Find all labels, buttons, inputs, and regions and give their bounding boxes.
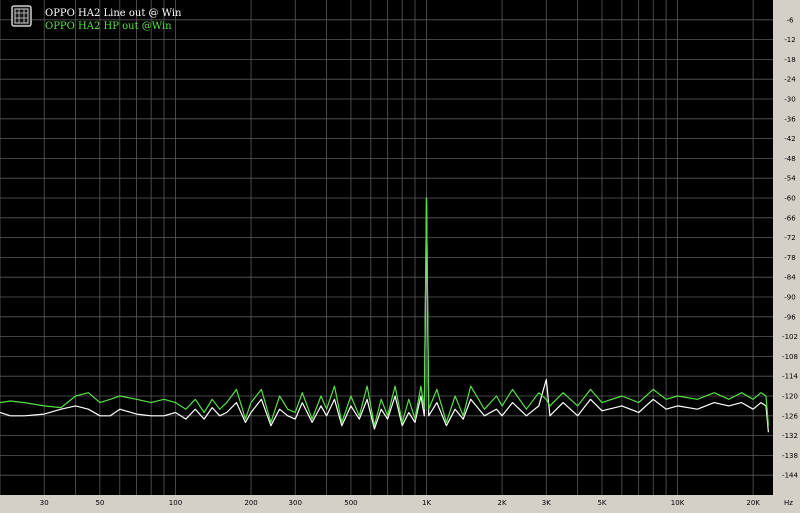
legend-icon[interactable]: [11, 5, 32, 27]
y-tick-label: -48: [784, 155, 795, 163]
x-tick-label: 200: [244, 499, 257, 507]
y-tick-label: -6: [787, 16, 795, 24]
y-tick-label: -72: [784, 234, 795, 242]
x-tick-label: 3K: [542, 499, 551, 507]
y-tick-label: -144: [782, 472, 798, 480]
y-tick-label: -96: [784, 313, 796, 321]
x-tick-label: 50: [95, 499, 104, 507]
y-tick-label: -90: [784, 294, 795, 302]
x-tick-label: 500: [344, 499, 357, 507]
y-tick-label: -42: [784, 135, 795, 143]
y-tick-label: -78: [784, 254, 795, 262]
x-tick-label: 30: [40, 499, 49, 507]
x-tick-label: 100: [169, 499, 182, 507]
x-tick-label: 5K: [597, 499, 606, 507]
x-tick-label: 20K: [746, 499, 760, 507]
y-tick-label: -60: [784, 195, 795, 203]
y-tick-label: -132: [782, 432, 798, 440]
x-tick-label: 300: [289, 499, 302, 507]
y-tick-label: -138: [782, 452, 798, 460]
legend-entry-line-out: OPPO HA2 Line out @ Win: [45, 8, 182, 19]
y-tick-label: -120: [782, 393, 798, 401]
y-tick-label: -114: [782, 373, 798, 381]
y-tick-label: -18: [784, 56, 795, 64]
analyzer-window: -6 -12 -18 -24 -30 -36 -42 -48 -54 -60 -66 -72 -78 -8…: [0, 0, 800, 513]
y-tick-label: -126: [782, 412, 798, 420]
y-tick-label: -66: [784, 214, 796, 222]
x-tick-label: 1K: [422, 499, 431, 507]
y-tick-label: -54: [784, 175, 796, 183]
y-axis-ticks: -6 -12 -18 -24 -30 -36 -42 -48 -54 -60 -66 -72 -78 -8…: [782, 16, 798, 479]
plot-area: [0, 0, 773, 495]
y-tick-label: -12: [784, 36, 795, 44]
y-tick-label: -24: [784, 76, 796, 84]
y-tick-label: -36: [784, 115, 796, 123]
y-tick-label: -102: [782, 333, 798, 341]
y-tick-label: -108: [782, 353, 798, 361]
x-tick-label: 10K: [671, 499, 685, 507]
x-axis-ticks: 30 50 100 200 300 500 1K 2K 3K 5K 10K 20K: [40, 499, 761, 507]
legend-entry-hp-out: OPPO HA2 HP out @Win: [45, 21, 172, 32]
x-tick-label: 2K: [498, 499, 507, 507]
x-unit-label: Hz: [784, 499, 793, 507]
y-tick-label: -84: [784, 274, 796, 282]
y-tick-label: -30: [784, 96, 795, 104]
spectrum-chart: -6 -12 -18 -24 -30 -36 -42 -48 -54 -60 -66 -72 -78 -8…: [0, 0, 798, 507]
